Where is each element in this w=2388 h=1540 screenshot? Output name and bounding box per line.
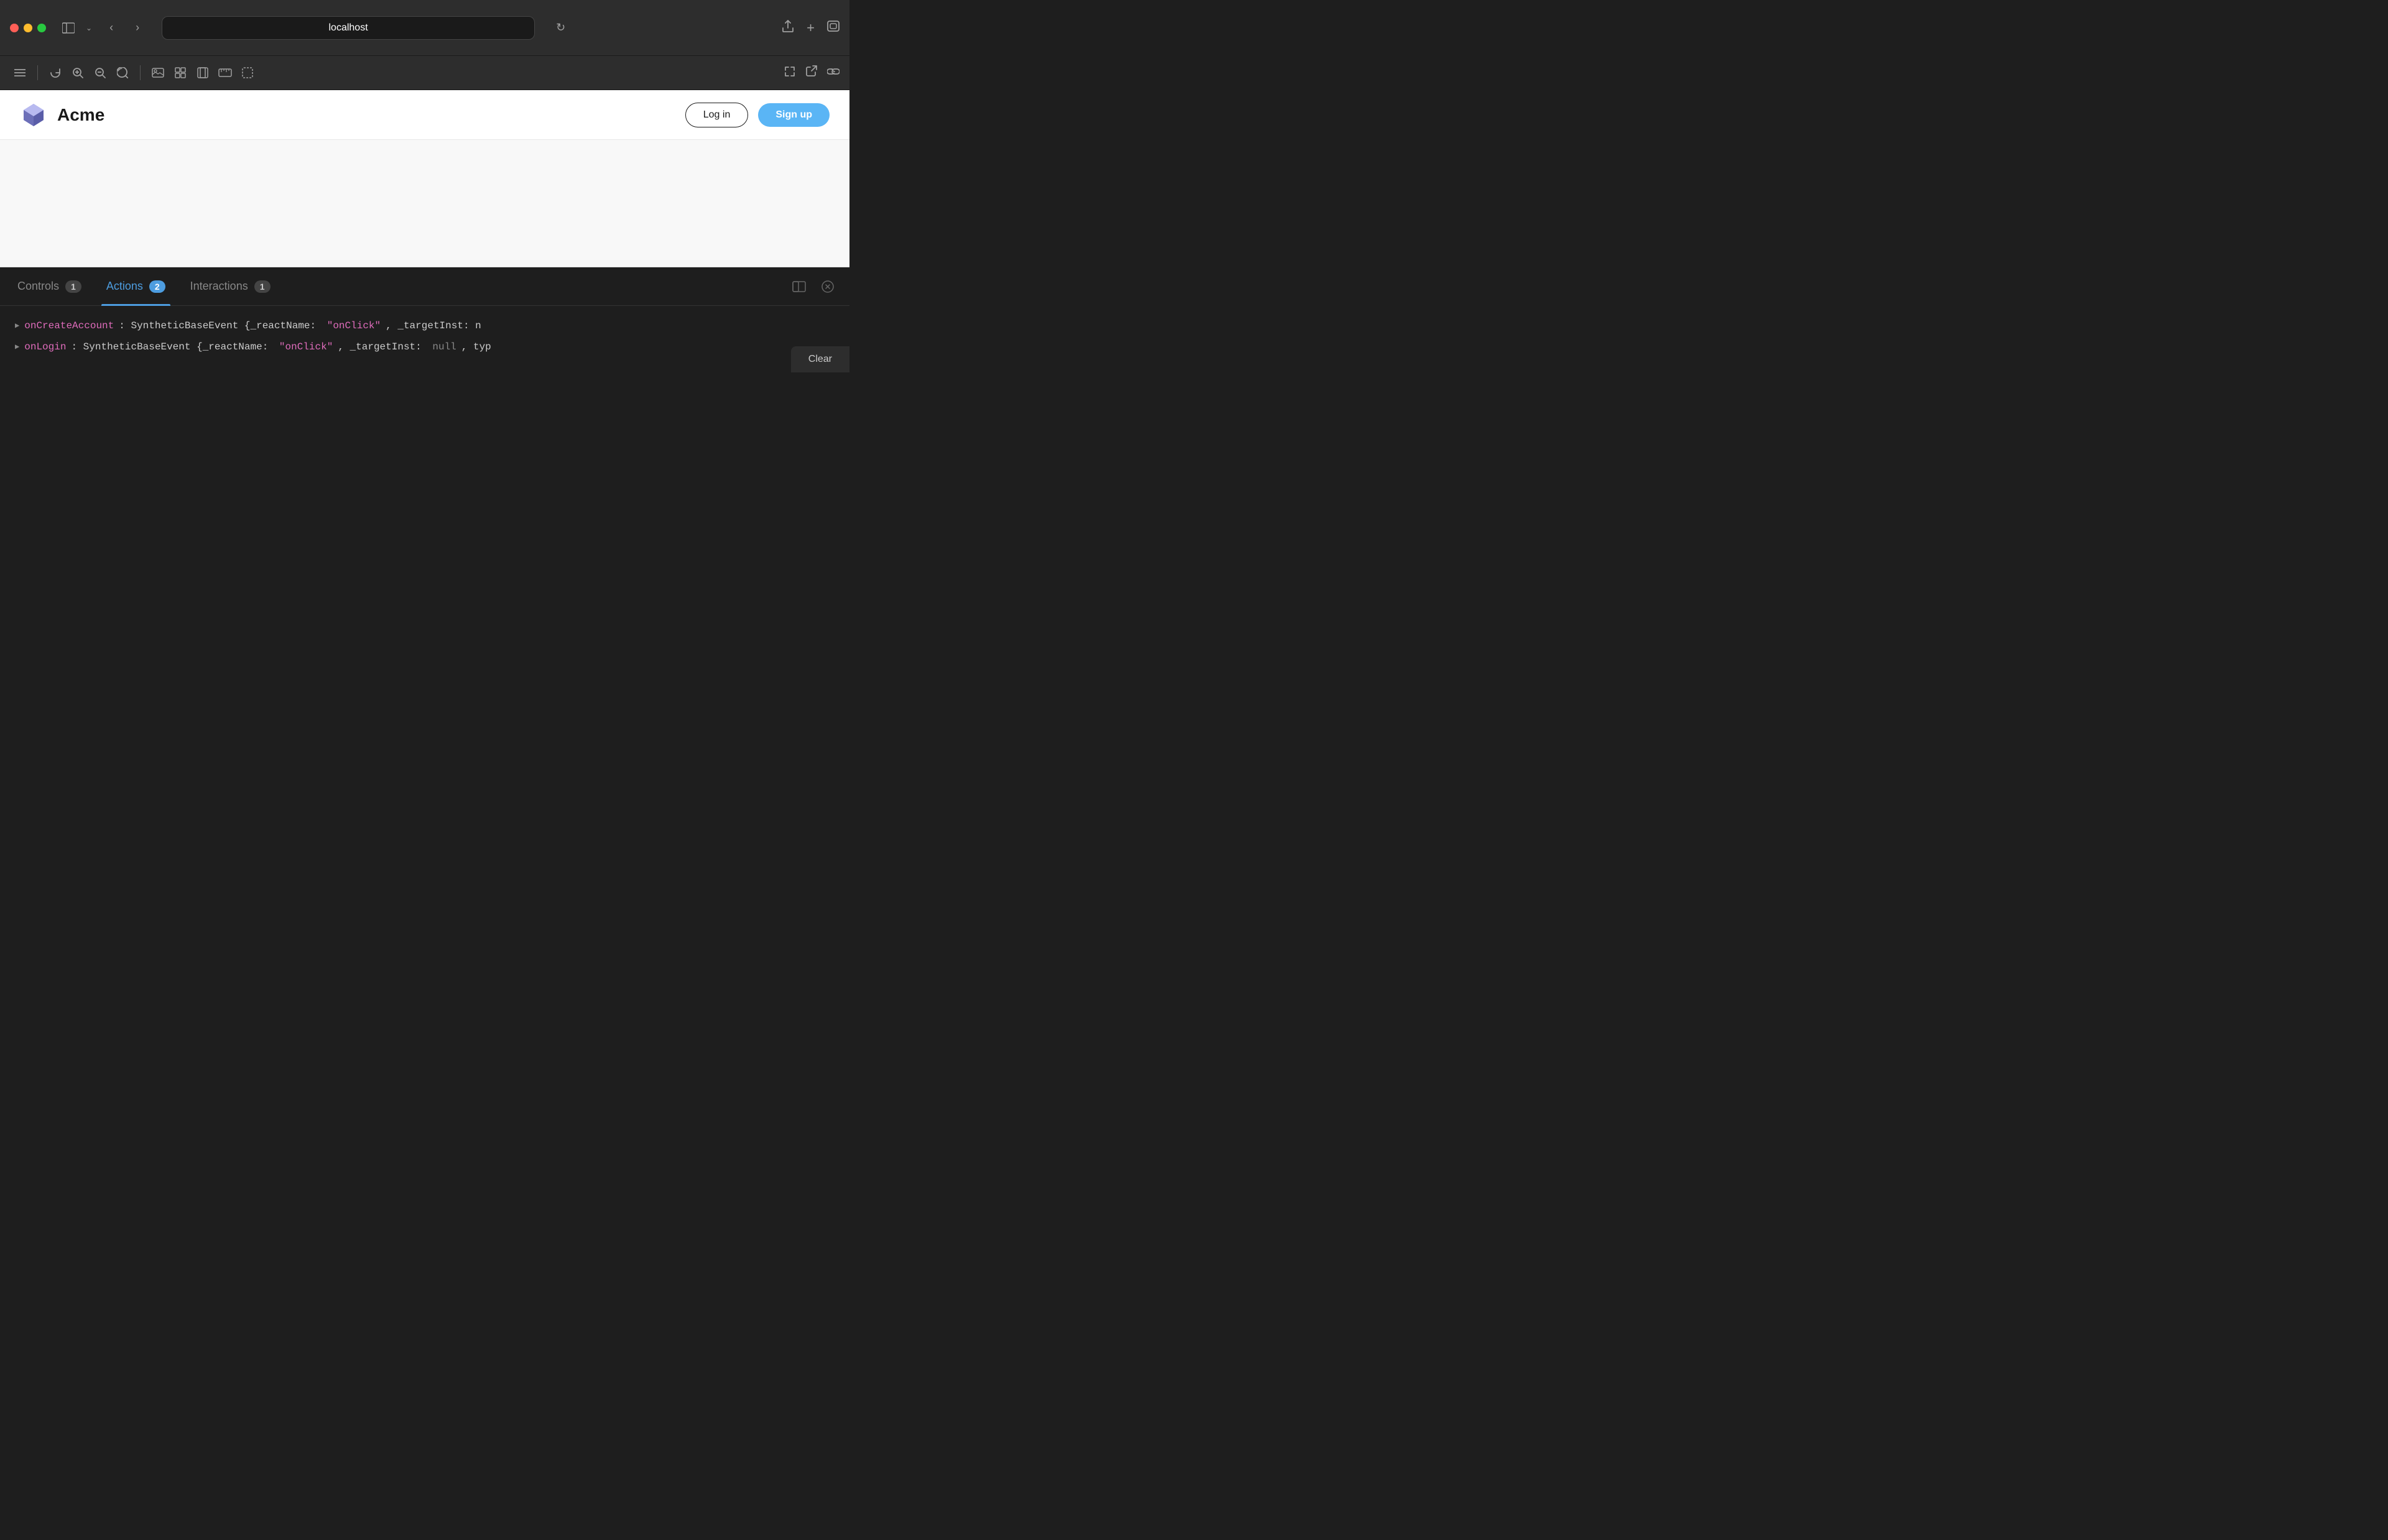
close-button[interactable] — [10, 24, 19, 32]
tab-controls-badge: 1 — [65, 280, 81, 293]
image-icon[interactable] — [148, 63, 168, 83]
preview-area: Acme Log in Sign up — [0, 90, 849, 267]
tab-interactions[interactable]: Interactions 1 — [185, 267, 275, 306]
zoom-out-icon[interactable] — [90, 63, 110, 83]
log-string-1: "onClick" — [327, 318, 381, 334]
log-arrow-2: ▶ — [15, 341, 19, 353]
maximize-button[interactable] — [37, 24, 46, 32]
sidebar-dropdown-icon[interactable]: ⌄ — [86, 24, 92, 32]
reload-button[interactable]: ↻ — [556, 21, 565, 34]
forward-button[interactable]: › — [128, 19, 147, 37]
traffic-lights — [10, 24, 46, 32]
panel-right-buttons — [790, 277, 837, 296]
tab-interactions-label: Interactions — [190, 280, 248, 293]
refresh-icon[interactable] — [45, 63, 65, 83]
toolbar-separator-1 — [37, 65, 38, 80]
browser-actions: + — [782, 19, 840, 37]
nav-buttons: Log in Sign up — [685, 103, 830, 127]
log-arrow-1: ▶ — [15, 320, 19, 332]
expand-icon[interactable] — [784, 65, 796, 81]
devtools-toolbar — [0, 56, 849, 90]
tab-actions-label: Actions — [106, 280, 143, 293]
browser-chrome: ⌄ ‹ › localhost ↻ + — [0, 0, 849, 56]
add-tab-button[interactable]: + — [807, 20, 815, 36]
zoom-in-icon[interactable] — [68, 63, 88, 83]
log-normal-1: : SyntheticBaseEvent {_reactName: — [119, 318, 322, 334]
tabs-overview-button[interactable] — [827, 21, 840, 35]
clear-button[interactable]: Clear — [791, 346, 849, 372]
panel-content: ▶ onCreateAccount : SyntheticBaseEvent {… — [0, 306, 849, 372]
link-icon[interactable] — [827, 65, 840, 81]
log-key-2: onLogin — [24, 339, 66, 356]
signup-button[interactable]: Sign up — [758, 103, 830, 127]
back-button[interactable]: ‹ — [102, 19, 121, 37]
log-line-2: ▶ onLogin : SyntheticBaseEvent {_reactNa… — [15, 339, 835, 356]
address-text: localhost — [328, 22, 368, 34]
preview-nav: Acme Log in Sign up — [0, 90, 849, 140]
tab-actions[interactable]: Actions 2 — [101, 267, 170, 306]
log-null-1: null — [432, 339, 456, 356]
log-rest-2: , typ — [461, 339, 491, 356]
log-line-1: ▶ onCreateAccount : SyntheticBaseEvent {… — [15, 318, 835, 334]
panel-close-button[interactable] — [818, 277, 837, 296]
tab-interactions-badge: 1 — [254, 280, 271, 293]
toolbar-separator-2 — [140, 65, 141, 80]
log-key-1: onCreateAccount — [24, 318, 114, 334]
panel-tabs: Controls 1 Actions 2 Interactions 1 — [0, 267, 849, 306]
log-normal-2: : SyntheticBaseEvent {_reactName: — [71, 339, 274, 356]
hamburger-menu-button[interactable] — [10, 63, 30, 83]
tab-controls[interactable]: Controls 1 — [12, 267, 86, 306]
tab-actions-badge: 2 — [149, 280, 165, 293]
log-string-2: "onClick" — [279, 339, 333, 356]
sidebar-toggle-button[interactable] — [58, 19, 78, 37]
brand-name: Acme — [57, 105, 104, 125]
preview-content — [0, 140, 849, 267]
layout-icon[interactable] — [193, 63, 213, 83]
grid-icon[interactable] — [170, 63, 190, 83]
panel-layout-toggle[interactable] — [790, 277, 808, 296]
toolbar-right-actions — [784, 65, 840, 81]
address-bar[interactable]: localhost — [162, 16, 535, 40]
brand: Acme — [20, 101, 104, 129]
log-normal-3: , _targetInst: — [338, 339, 427, 356]
log-rest-1: , _targetInst: n — [386, 318, 481, 334]
login-button[interactable]: Log in — [685, 103, 749, 127]
select-icon[interactable] — [238, 63, 257, 83]
brand-logo-icon — [20, 101, 47, 129]
external-link-icon[interactable] — [806, 65, 817, 81]
tab-controls-label: Controls — [17, 280, 59, 293]
storybook-panel: Controls 1 Actions 2 Interactions 1 — [0, 267, 849, 372]
minimize-button[interactable] — [24, 24, 32, 32]
search-icon[interactable] — [113, 63, 132, 83]
share-button[interactable] — [782, 19, 794, 37]
ruler-icon[interactable] — [215, 63, 235, 83]
